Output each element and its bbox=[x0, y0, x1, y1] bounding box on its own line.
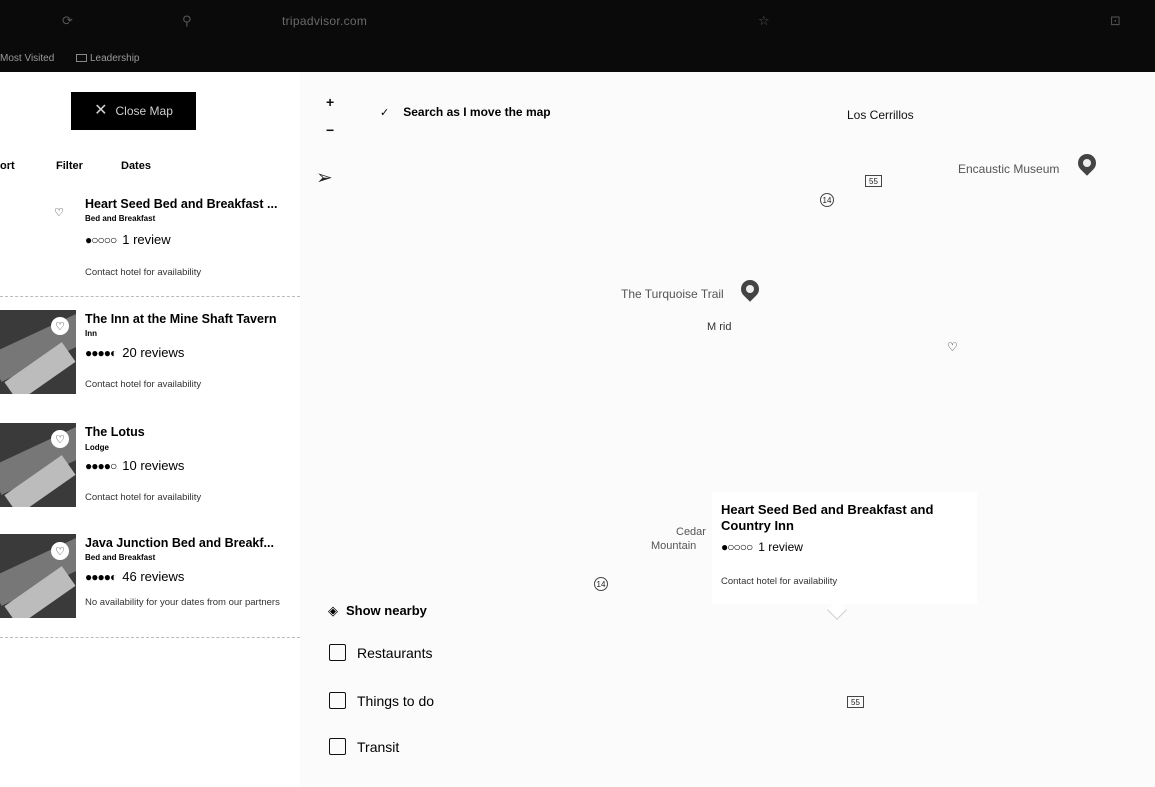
listing-title[interactable]: Heart Seed Bed and Breakfast ... bbox=[85, 197, 277, 211]
checkbox-icon[interactable] bbox=[329, 738, 346, 755]
map-label-madrid: M rid bbox=[707, 321, 732, 333]
map-label-los-cerrillos: Los Cerrillos bbox=[847, 108, 914, 122]
zoom-in-button[interactable]: + bbox=[326, 94, 334, 110]
chevron-down-icon: ⌵ bbox=[124, 160, 131, 170]
map-heart-icon[interactable]: ♡ bbox=[947, 340, 958, 354]
checkbox-icon[interactable] bbox=[329, 692, 346, 709]
road-shield-icon: 55 bbox=[865, 175, 882, 187]
nearby-transit-checkbox[interactable]: Transit bbox=[329, 738, 399, 755]
map-label-encaustic-museum[interactable]: Encaustic Museum bbox=[958, 162, 1059, 176]
review-count[interactable]: 20 reviews bbox=[122, 345, 184, 360]
zoom-out-button[interactable]: − bbox=[326, 122, 334, 138]
locate-me-icon[interactable]: ➢ bbox=[316, 165, 333, 190]
url-bar[interactable]: tripadvisor.com bbox=[282, 14, 367, 28]
availability-text: Contact hotel for availability bbox=[85, 267, 202, 278]
road-shield-icon: 14 bbox=[820, 193, 834, 207]
review-count[interactable]: 10 reviews bbox=[122, 458, 184, 473]
popup-availability: Contact hotel for availability bbox=[721, 576, 838, 587]
divider bbox=[0, 637, 300, 638]
rating-bubbles: ●○○○○ bbox=[721, 540, 753, 554]
listing-card[interactable]: ♡ Java Junction Bed and Breakf... Bed an… bbox=[0, 534, 300, 634]
rating-bubbles: ●●●●◐ bbox=[85, 570, 117, 584]
nearby-restaurants-checkbox[interactable]: Restaurants bbox=[329, 644, 432, 661]
listing-card[interactable]: ♡ The Lotus Lodge ●●●●○ 10 reviews Contac… bbox=[0, 423, 300, 523]
listing-title[interactable]: The Inn at the Mine Shaft Tavern bbox=[85, 312, 276, 326]
popup-title[interactable]: Heart Seed Bed and Breakfast and Country… bbox=[721, 502, 961, 534]
checkmark-icon: ✓ bbox=[380, 107, 390, 119]
availability-text: Contact hotel for availability bbox=[85, 492, 202, 503]
show-nearby-label: Show nearby bbox=[346, 603, 427, 618]
rating-bubbles: ●●●●◐ bbox=[85, 346, 117, 360]
heart-icon[interactable]: ♡ bbox=[51, 430, 69, 448]
bookmark-most-visited[interactable]: Most Visited bbox=[0, 53, 54, 64]
nearby-transit-label: Transit bbox=[357, 738, 400, 755]
map-label-cedar: Cedar bbox=[676, 526, 706, 538]
map-popup-card[interactable]: Heart Seed Bed and Breakfast and Country… bbox=[712, 492, 977, 604]
road-shield-icon: 55 bbox=[847, 696, 864, 708]
lock-icon: ⚲ bbox=[182, 13, 192, 28]
close-map-label: Close Map bbox=[115, 104, 173, 118]
checkbox-icon[interactable] bbox=[329, 644, 346, 661]
listing-rating: ●○○○○ 1 review bbox=[85, 232, 171, 247]
listing-rating: ●●●●○ 10 reviews bbox=[85, 458, 184, 473]
listing-card[interactable]: ♡ The Inn at the Mine Shaft Tavern Inn ●… bbox=[0, 310, 300, 410]
folder-icon bbox=[76, 54, 87, 62]
listing-rating: ●●●●◐ 46 reviews bbox=[85, 569, 184, 584]
nearby-things-to-do-checkbox[interactable]: Things to do bbox=[329, 692, 434, 709]
review-count[interactable]: 1 review bbox=[122, 232, 170, 247]
availability-text: No availability for your dates from our … bbox=[85, 597, 280, 608]
show-nearby-heading: ◈ Show nearby bbox=[328, 603, 427, 619]
close-map-button[interactable]: ✕ Close Map bbox=[71, 92, 196, 130]
close-icon: ✕ bbox=[94, 102, 108, 119]
road-shield-icon: 14 bbox=[594, 577, 608, 591]
search-as-move-toggle[interactable]: ✓ Search as I move the map bbox=[380, 105, 551, 119]
bookmark-leadership[interactable]: Leadership bbox=[76, 53, 139, 64]
bookmark-star-icon[interactable]: ☆ bbox=[758, 13, 770, 29]
bookmark-leadership-label: Leadership bbox=[90, 53, 140, 64]
listing-rating: ●●●●◐ 20 reviews bbox=[85, 345, 184, 360]
listing-type: Lodge bbox=[85, 443, 109, 452]
popup-review-count[interactable]: 1 review bbox=[758, 540, 803, 554]
nearby-things-to-do-label: Things to do bbox=[357, 692, 435, 709]
browser-toolbar: ⟳ ⚲ tripadvisor.com ☆ ⊡ bbox=[0, 0, 1155, 44]
rating-bubbles: ●○○○○ bbox=[85, 233, 117, 247]
listing-title[interactable]: The Lotus bbox=[85, 425, 145, 439]
rating-bubbles: ●●●●○ bbox=[85, 459, 117, 473]
bookmarks-bar: Most Visited Leadership bbox=[0, 44, 1155, 72]
nearby-restaurants-label: Restaurants bbox=[357, 644, 433, 661]
chevron-down-icon: ⌵ bbox=[3, 160, 10, 170]
listing-card[interactable]: ♡ Heart Seed Bed and Breakfast ... Bed a… bbox=[0, 195, 300, 295]
listing-type: Inn bbox=[85, 329, 97, 338]
availability-text: Contact hotel for availability bbox=[85, 379, 202, 390]
listing-title[interactable]: Java Junction Bed and Breakf... bbox=[85, 536, 274, 550]
map-canvas[interactable] bbox=[300, 72, 1155, 787]
review-count[interactable]: 46 reviews bbox=[122, 569, 184, 584]
map-label-turquoise-trail[interactable]: The Turquoise Trail bbox=[621, 287, 724, 301]
heart-icon[interactable]: ♡ bbox=[51, 317, 69, 335]
map-label-mountain: Mountain bbox=[651, 540, 697, 552]
heart-icon[interactable]: ♡ bbox=[51, 542, 69, 560]
heart-icon[interactable]: ♡ bbox=[50, 203, 68, 221]
layers-icon: ◈ bbox=[328, 603, 338, 618]
popup-rating: ●○○○○ 1 review bbox=[721, 540, 803, 554]
listing-type: Bed and Breakfast bbox=[85, 553, 156, 562]
divider bbox=[0, 296, 300, 297]
chevron-down-icon: ⌵ bbox=[59, 160, 66, 170]
listing-type: Bed and Breakfast bbox=[85, 214, 156, 223]
reload-icon[interactable]: ⟳ bbox=[62, 13, 73, 29]
extensions-icon[interactable]: ⊡ bbox=[1110, 13, 1121, 29]
search-as-move-label: Search as I move the map bbox=[403, 105, 551, 119]
